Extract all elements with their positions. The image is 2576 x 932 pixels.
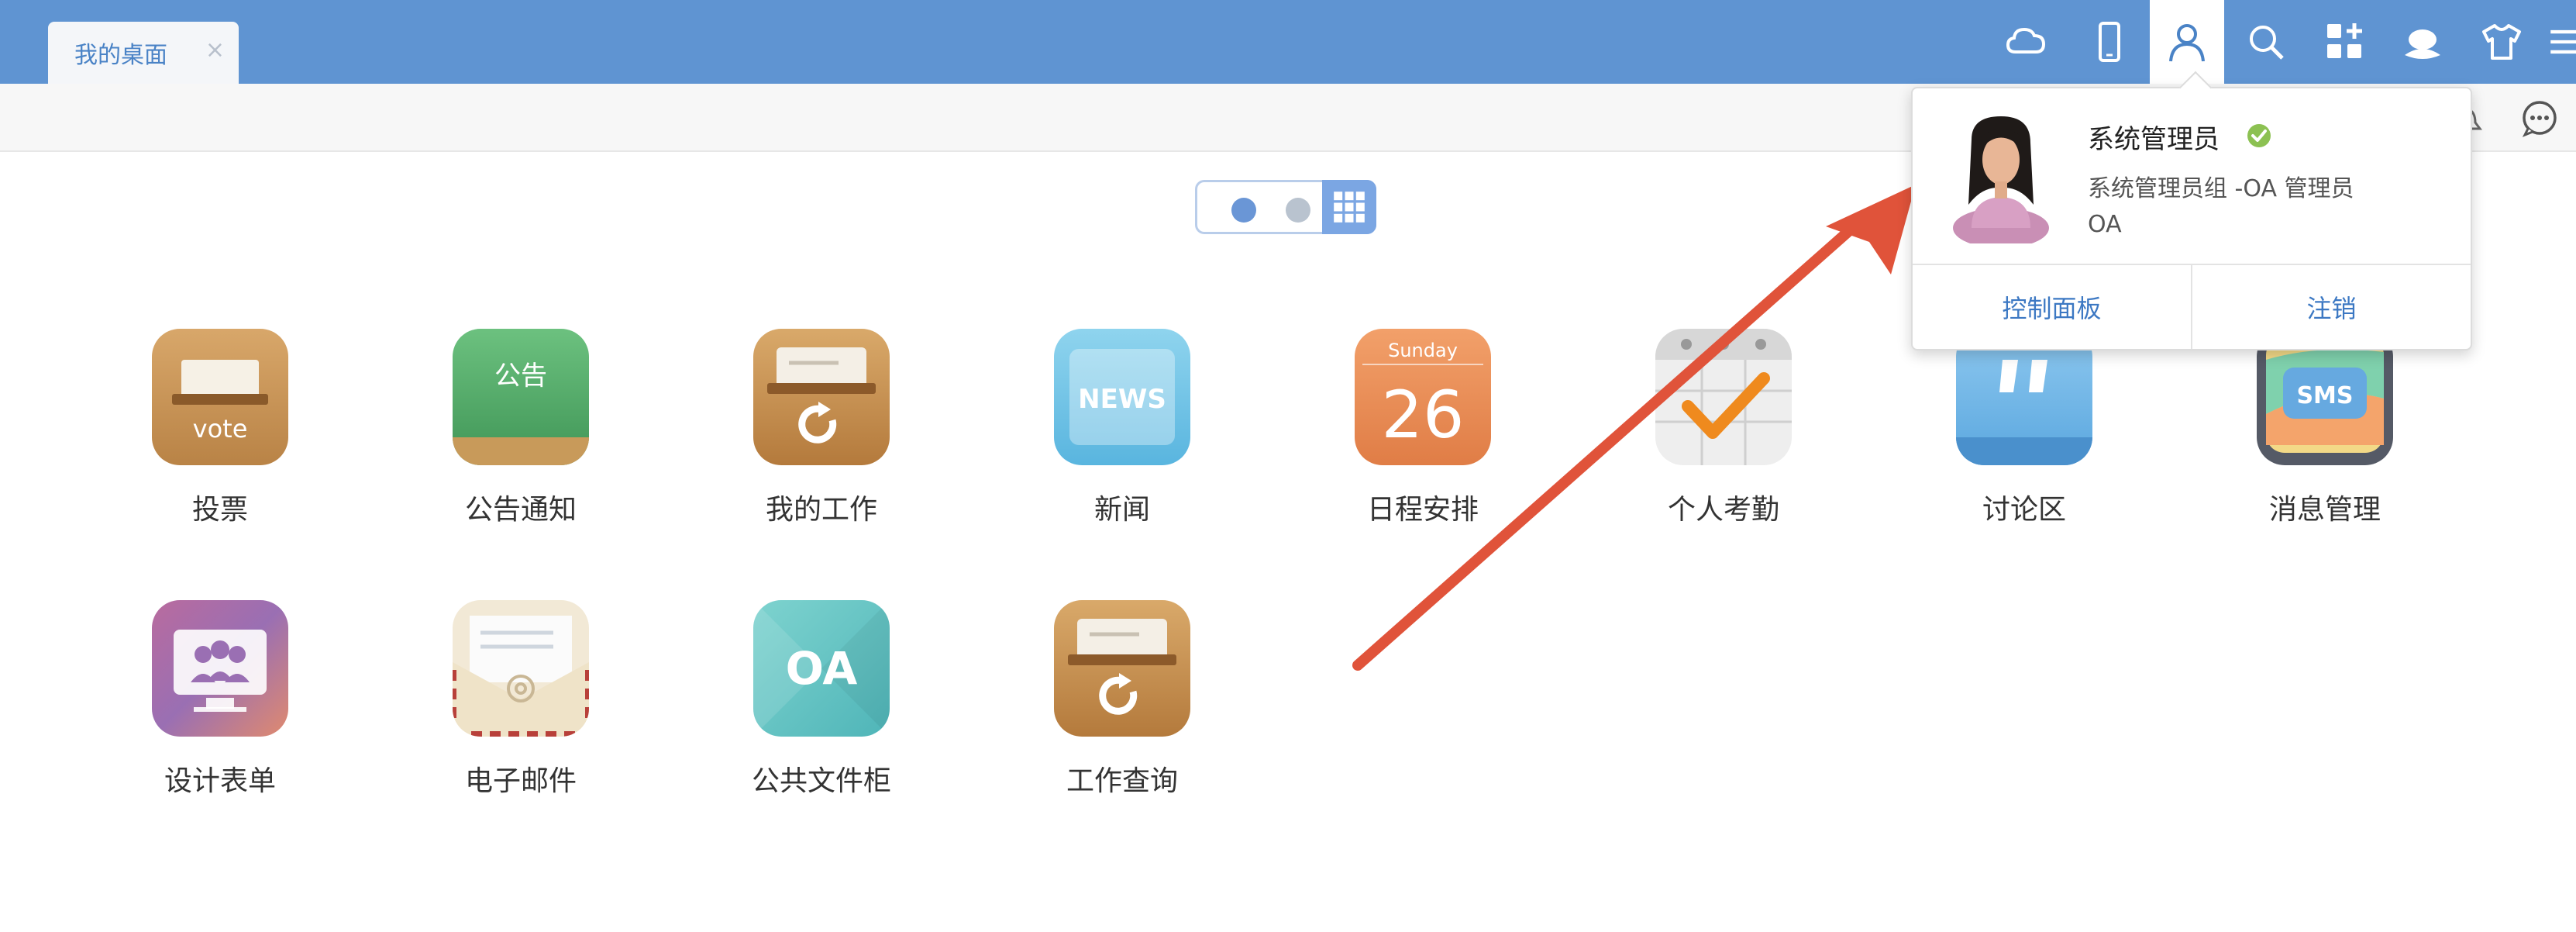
app-notice[interactable]: 公告 公告通知 xyxy=(405,329,637,561)
app-message[interactable]: SMS 消息管理 xyxy=(2209,329,2441,561)
app-label: 新闻 xyxy=(1093,494,1150,526)
form-design-icon[interactable] xyxy=(152,600,288,737)
mobile-icon[interactable] xyxy=(2072,5,2147,79)
work-tray-icon[interactable] xyxy=(753,329,890,465)
svg-text:Sunday: Sunday xyxy=(1388,340,1458,361)
app-label: 电子邮件 xyxy=(464,765,577,797)
page-dot-2[interactable] xyxy=(1286,198,1310,223)
menu-icon[interactable] xyxy=(2537,5,2576,79)
app-label: 公共文件柜 xyxy=(751,765,891,797)
user-profile-popup: 系统管理员 系统管理员组 -OA 管理员 OA 控制面板 注销 xyxy=(1911,71,2472,350)
page-dot-1[interactable] xyxy=(1231,198,1256,223)
user-role: 系统管理员组 -OA 管理员 xyxy=(2088,175,2354,202)
app-news[interactable]: NEWS 新闻 xyxy=(1006,329,1238,561)
user-org: OA xyxy=(2088,211,2122,238)
oa-cabinet-icon[interactable]: OA xyxy=(753,600,890,737)
app-email[interactable]: 电子邮件 xyxy=(405,600,637,833)
app-label: 公告通知 xyxy=(464,494,577,526)
app-label: 投票 xyxy=(191,494,248,526)
app-label: 日程安排 xyxy=(1366,494,1479,526)
app-label: 讨论区 xyxy=(1982,494,2066,526)
app-form-design[interactable]: 设计表单 xyxy=(104,600,336,833)
svg-text:公告: 公告 xyxy=(494,361,547,392)
news-icon[interactable]: NEWS xyxy=(1054,329,1190,465)
user-icon[interactable] xyxy=(2150,0,2224,84)
app-schedule[interactable]: Sunday 26 日程安排 xyxy=(1307,329,1539,561)
work-query-icon[interactable] xyxy=(1054,600,1190,737)
app-my-work[interactable]: 我的工作 xyxy=(705,329,938,561)
app-attendance[interactable]: 个人考勤 xyxy=(1607,329,1840,561)
app-label: 消息管理 xyxy=(2268,494,2381,526)
email-envelope-icon[interactable] xyxy=(453,600,589,737)
apps-add-icon[interactable] xyxy=(2308,5,2382,79)
app-label: 工作查询 xyxy=(1066,765,1178,797)
calendar-icon[interactable]: Sunday 26 xyxy=(1355,329,1491,465)
app-label: 我的工作 xyxy=(765,494,877,526)
app-work-query[interactable]: 工作查询 xyxy=(1006,600,1238,833)
svg-text:26: 26 xyxy=(1382,377,1465,453)
app-label: 设计表单 xyxy=(164,765,276,797)
avatar xyxy=(1953,116,2049,243)
control-panel-button[interactable]: 控制面板 xyxy=(1913,265,2191,349)
grid-icon xyxy=(1334,192,1365,223)
notice-board-icon[interactable]: 公告 xyxy=(453,329,589,465)
app-label: 个人考勤 xyxy=(1667,494,1779,526)
desktop-page-switcher xyxy=(1195,180,1376,234)
vote-icon[interactable]: vote xyxy=(152,329,288,465)
attendance-check-icon[interactable] xyxy=(1655,329,1792,465)
svg-text:SMS: SMS xyxy=(2296,382,2353,409)
app-discussion[interactable]: 讨论区 xyxy=(1908,329,2140,561)
svg-text:OA: OA xyxy=(786,642,858,695)
logout-button[interactable]: 注销 xyxy=(2191,265,2471,349)
tab-close-icon[interactable]: × xyxy=(205,39,225,62)
chat-icon[interactable] xyxy=(2520,99,2559,138)
tab-my-desktop[interactable]: 我的桌面 × xyxy=(48,22,239,84)
cloud-icon[interactable] xyxy=(1989,5,2063,79)
search-icon[interactable] xyxy=(2229,5,2303,79)
top-bar: 我的桌面 × xyxy=(0,0,2576,84)
verified-icon xyxy=(2247,124,2271,147)
app-public-cabinet[interactable]: OA 公共文件柜 xyxy=(705,600,938,833)
popup-footer: 控制面板 注销 xyxy=(1913,264,2471,349)
theme-shirt-icon[interactable] xyxy=(2464,5,2539,79)
app-vote[interactable]: vote 投票 xyxy=(104,329,336,561)
tab-label: 我的桌面 xyxy=(74,42,167,69)
svg-text:NEWS: NEWS xyxy=(1078,384,1166,415)
svg-text:vote: vote xyxy=(193,414,248,444)
avatar-status-icon[interactable] xyxy=(2385,5,2460,79)
grid-view-button[interactable] xyxy=(1322,180,1376,234)
user-name: 系统管理员 xyxy=(2088,124,2220,155)
